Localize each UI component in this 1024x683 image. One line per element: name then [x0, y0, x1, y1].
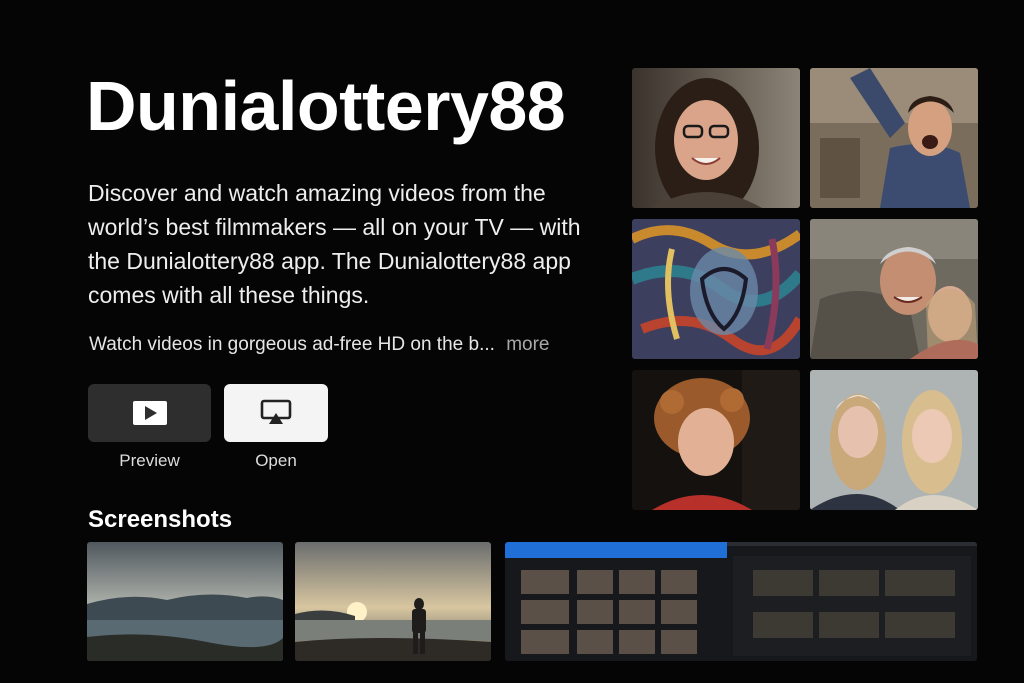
- portrait-woman-glasses-image: [632, 68, 800, 208]
- screenshot-2[interactable]: [295, 542, 491, 661]
- featured-image-5[interactable]: [632, 370, 800, 510]
- screenshots-section-title: Screenshots: [88, 506, 233, 533]
- featured-image-6[interactable]: [810, 370, 978, 510]
- app-description: Discover and watch amazing videos from t…: [88, 180, 581, 308]
- app-title: Dunialottery88: [86, 67, 566, 145]
- portrait-curly-hair-image: [632, 370, 800, 510]
- preview-label: Preview: [119, 451, 180, 470]
- featured-image-2[interactable]: [810, 68, 978, 208]
- sunset-silhouette-image: [295, 542, 491, 661]
- portrait-man-cheering-image: [810, 68, 978, 208]
- app-grid-interface-image: [505, 542, 977, 661]
- portrait-two-women-image: [810, 370, 978, 510]
- open-label: Open: [255, 451, 297, 470]
- app-subline: Watch videos in gorgeous ad-free HD on t…: [89, 334, 549, 356]
- featured-image-1[interactable]: [632, 68, 800, 208]
- screenshot-3[interactable]: [505, 542, 977, 661]
- preview-button[interactable]: [88, 384, 211, 442]
- airplay-icon: [260, 399, 292, 424]
- coastal-landscape-image: [87, 542, 283, 661]
- portrait-elderly-couple-image: [810, 219, 978, 359]
- featured-image-4[interactable]: [810, 219, 978, 359]
- featured-image-3[interactable]: [632, 219, 800, 359]
- abstract-painting-image: [632, 219, 800, 359]
- play-icon: [132, 401, 167, 425]
- subline-text: Watch videos in gorgeous ad-free HD on t…: [89, 334, 495, 355]
- screenshot-1[interactable]: [87, 542, 283, 661]
- open-button[interactable]: [224, 384, 328, 442]
- more-link[interactable]: more: [506, 334, 549, 355]
